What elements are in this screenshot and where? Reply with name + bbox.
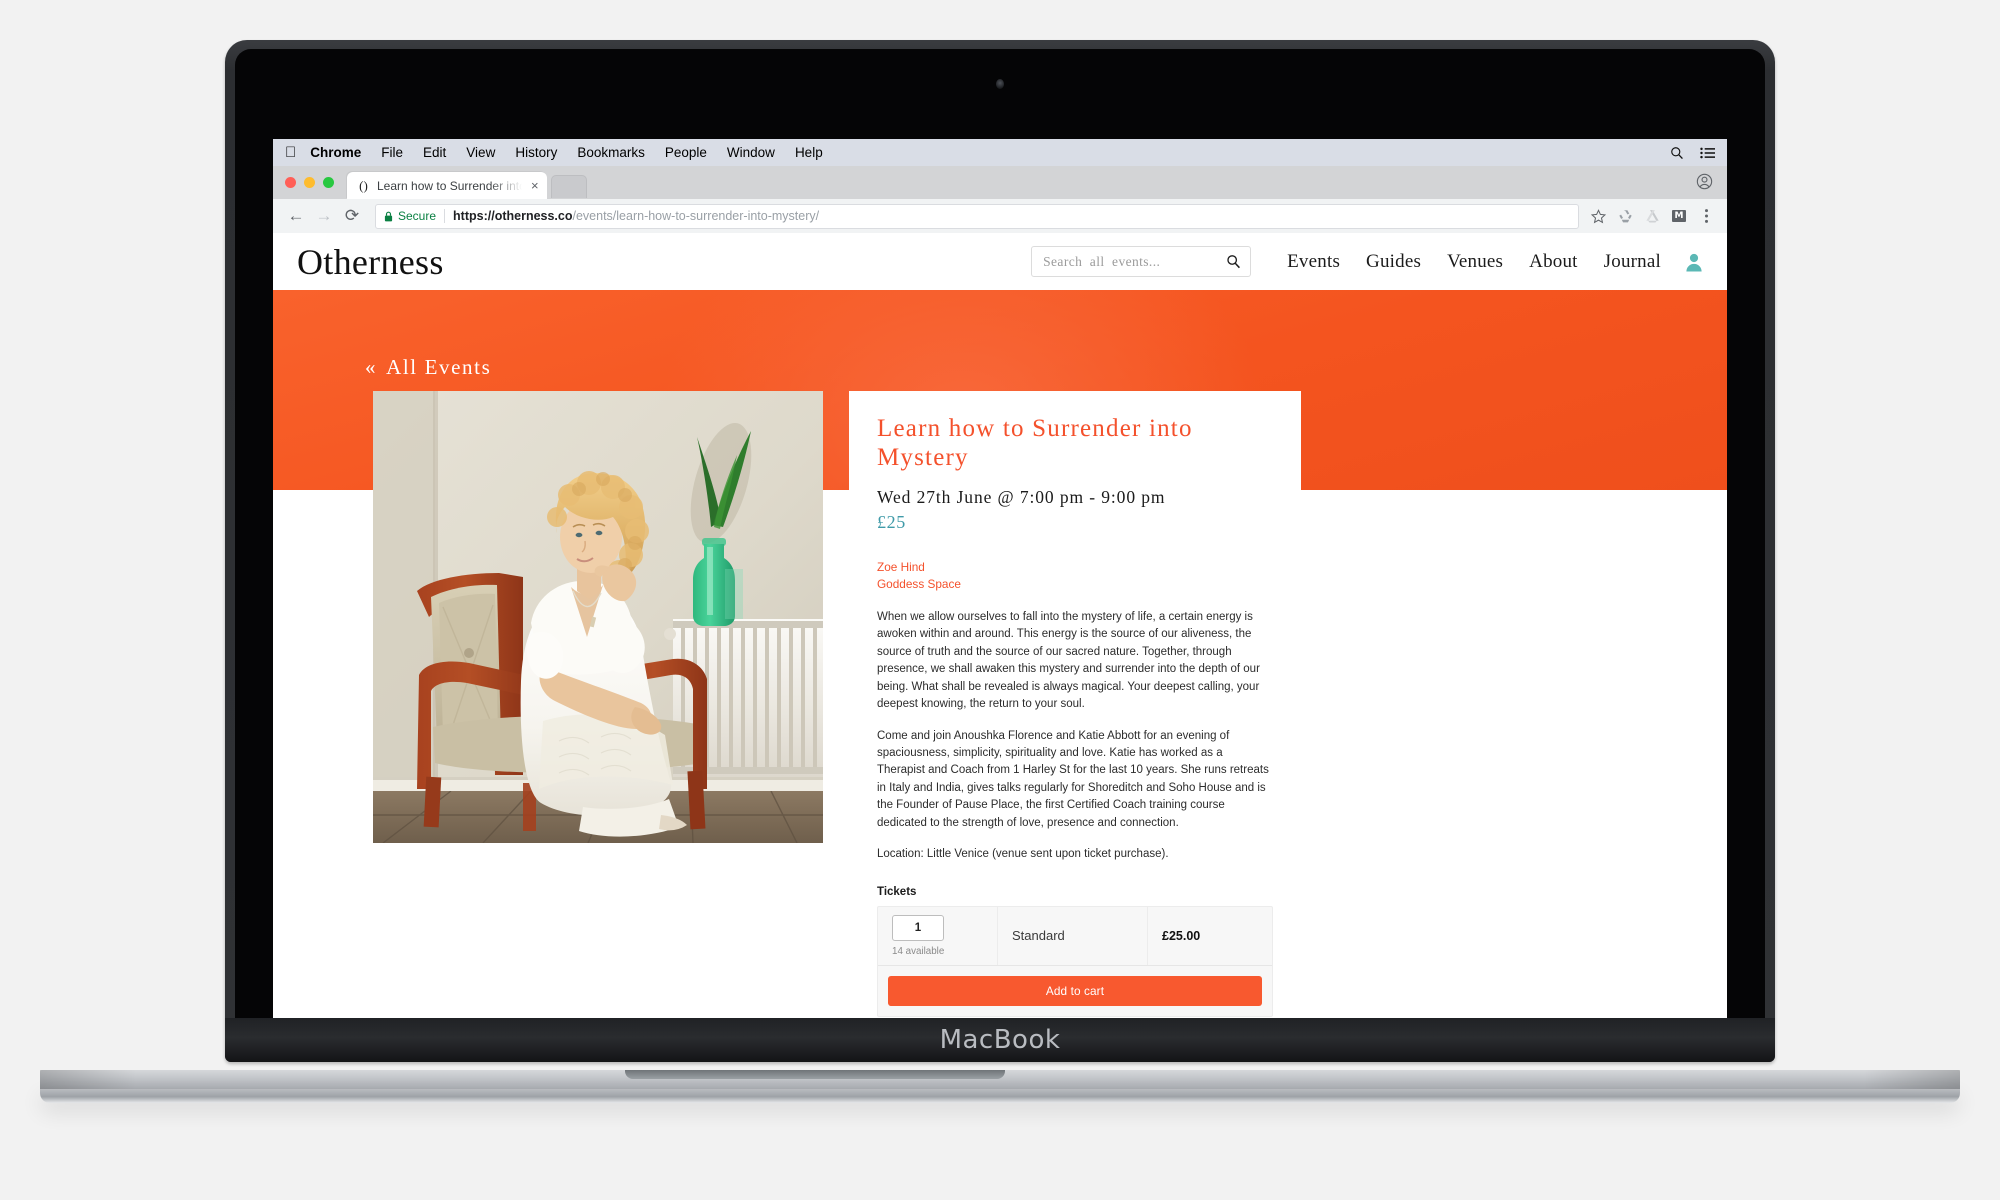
menubar-item-people[interactable]: People — [665, 145, 707, 160]
event-photo — [373, 391, 823, 843]
close-icon[interactable]: × — [531, 179, 539, 192]
chevron-left-icon: « — [365, 355, 378, 379]
event-paragraph-1: When we allow ourselves to fall into the… — [877, 610, 1260, 711]
url-text: https://otherness.co/events/learn-how-to… — [453, 209, 819, 223]
menubar-item-window[interactable]: Window — [727, 145, 775, 160]
menubar-item-chrome[interactable]: Chrome — [310, 145, 361, 160]
site-logo[interactable]: Otherness — [297, 244, 444, 280]
ticket-name: Standard — [1012, 928, 1065, 944]
search-box[interactable] — [1031, 246, 1252, 277]
tickets-panel: 14 available Standard £25.00 — [877, 905, 1273, 1017]
account-person-icon[interactable] — [1683, 251, 1705, 273]
laptop-open-lip — [625, 1070, 1005, 1079]
menubar-item-edit[interactable]: Edit — [423, 145, 446, 160]
webcam-icon — [996, 79, 1004, 89]
ticket-row: 14 available Standard £25.00 — [878, 906, 1272, 965]
browser-tab-title: Learn how to Surrender into Mystery — [377, 178, 525, 193]
recycle-icon[interactable] — [1616, 207, 1634, 225]
ticket-quantity-cell: 14 available — [878, 906, 998, 965]
ticket-price: £25.00 — [1162, 928, 1201, 943]
bookmark-star-icon[interactable] — [1589, 207, 1607, 225]
event-description: When we allow ourselves to fall into the… — [877, 609, 1273, 864]
url-divider — [444, 209, 446, 223]
apple-logo-icon[interactable]:  — [285, 145, 296, 160]
event-paragraph-2: Come and join Anoushka Florence and Kati… — [877, 729, 1269, 829]
macbook-device:  Chrome File Edit View History Bookmark… — [225, 40, 1775, 1070]
address-bar[interactable]: Secure https://otherness.co/events/learn… — [375, 203, 1579, 229]
event-title: Learn how to Surrender into Mystery — [877, 415, 1193, 471]
reload-button[interactable]: ⟳ — [339, 203, 365, 229]
google-drive-icon[interactable] — [1643, 207, 1661, 225]
menubar-item-help[interactable]: Help — [795, 145, 823, 160]
site-header: Otherness Events Guides — [273, 233, 1727, 290]
event-host-link[interactable]: Zoe Hind — [877, 559, 1273, 576]
nav-item-events[interactable]: Events — [1287, 251, 1340, 273]
menubar-item-bookmarks[interactable]: Bookmarks — [577, 145, 645, 160]
breadcrumb-label: All Events — [386, 355, 492, 379]
nav-item-venues[interactable]: Venues — [1447, 251, 1503, 273]
laptop-screen:  Chrome File Edit View History Bookmark… — [273, 139, 1727, 1037]
scene:  Chrome File Edit View History Bookmark… — [0, 0, 2000, 1200]
event-detail-card: Learn how to Surrender into Mystery Wed … — [849, 391, 1301, 1017]
laptop-lid:  Chrome File Edit View History Bookmark… — [225, 40, 1775, 1062]
nav-item-about[interactable]: About — [1529, 251, 1578, 273]
close-window-button[interactable] — [285, 177, 296, 188]
minimize-window-button[interactable] — [304, 177, 315, 188]
gmail-glyph: M — [1672, 210, 1686, 222]
tickets-heading: Tickets — [877, 885, 917, 898]
menubar-item-view[interactable]: View — [466, 145, 495, 160]
profile-avatar-icon[interactable] — [1696, 173, 1713, 190]
tickets-footer: Add to cart — [878, 964, 1272, 1016]
laptop-chin: MacBook — [225, 1018, 1775, 1062]
nav-item-journal[interactable]: Journal — [1604, 251, 1661, 273]
event-price: £25 — [877, 511, 906, 532]
toolbar-icons: M — [1589, 207, 1717, 225]
event-location-line: Location: Little Venice (venue sent upon… — [877, 848, 1169, 861]
menubar-item-history[interactable]: History — [515, 145, 557, 160]
browser-tab-active[interactable]: () Learn how to Surrender into Mystery × — [347, 172, 547, 199]
breadcrumb[interactable]: « All Events — [365, 355, 491, 380]
new-tab-button[interactable] — [550, 175, 587, 198]
event-photo-illustration — [373, 391, 823, 843]
quantity-input[interactable] — [892, 914, 944, 941]
back-button[interactable]: ← — [283, 203, 309, 229]
macos-menubar:  Chrome File Edit View History Bookmark… — [273, 139, 1727, 166]
browser-tabstrip: () Learn how to Surrender into Mystery × — [273, 166, 1727, 199]
maximize-window-button[interactable] — [323, 177, 334, 188]
event-venue-link[interactable]: Goddess Space — [877, 576, 1273, 593]
device-label: MacBook — [939, 1025, 1061, 1055]
forward-button[interactable]: → — [311, 203, 337, 229]
url-host: https://otherness.co — [453, 209, 573, 223]
event-datetime: Wed 27th June @ 7:00 pm - 9:00 pm — [877, 486, 1166, 507]
gmail-icon[interactable]: M — [1670, 207, 1688, 225]
secure-label: Secure — [398, 209, 437, 223]
add-to-cart-button[interactable]: Add to cart — [888, 975, 1262, 1006]
parenthesis-favicon: () — [359, 178, 368, 193]
menubar-item-file[interactable]: File — [381, 145, 403, 160]
laptop-base-bottom — [40, 1089, 1960, 1103]
search-icon[interactable] — [1226, 254, 1241, 269]
web-page: Otherness Events Guides — [273, 233, 1727, 1037]
nav-item-guides[interactable]: Guides — [1366, 251, 1421, 273]
ticket-name-cell: Standard — [998, 906, 1148, 965]
site-nav: Events Guides Venues About Journal — [1287, 251, 1661, 273]
url-path: /events/learn-how-to-surrender-into-myst… — [572, 209, 820, 223]
ticket-availability: 14 available — [892, 945, 945, 957]
laptop-bezel:  Chrome File Edit View History Bookmark… — [235, 49, 1765, 1053]
browser-toolbar: ← → ⟳ Secure https://otherness.co/events… — [273, 199, 1727, 233]
chrome-menu-icon[interactable] — [1697, 207, 1715, 225]
search-input[interactable] — [1041, 252, 1227, 271]
window-controls — [285, 177, 334, 188]
notification-center-icon[interactable] — [1700, 147, 1715, 159]
ticket-price-cell: £25.00 — [1148, 907, 1272, 965]
lock-icon — [384, 211, 393, 222]
laptop-base — [40, 1070, 1960, 1108]
spotlight-search-icon[interactable] — [1670, 146, 1684, 160]
